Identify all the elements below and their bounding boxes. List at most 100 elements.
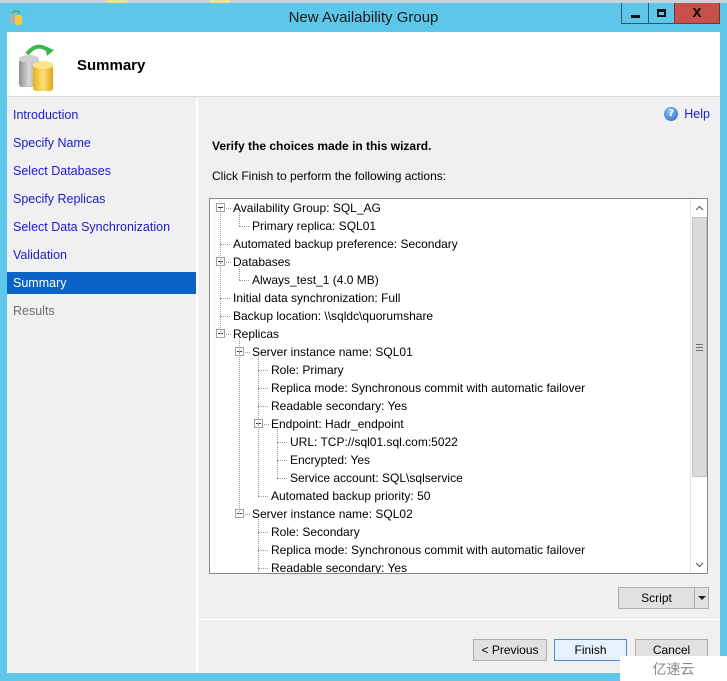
wizard-window: Summary Introduction Specify Name Select… (7, 32, 720, 673)
tree-item[interactable]: Backup location: \\sqldc\quorumshare (233, 307, 433, 325)
wizard-sidebar: Introduction Specify Name Select Databas… (7, 98, 197, 673)
watermark-text: 亿速云 (652, 661, 695, 678)
sidebar-item-specify-replicas[interactable]: Specify Replicas (7, 188, 196, 210)
tree-guide-line (220, 316, 221, 334)
footer-divider (198, 619, 720, 620)
tree-connector (277, 478, 287, 479)
tree-guide-line (258, 532, 259, 550)
scroll-up-button[interactable] (691, 199, 707, 216)
tree-guide-line (258, 568, 259, 573)
minimize-button[interactable] (621, 3, 649, 24)
sidebar-item-select-data-synchronization[interactable]: Select Data Synchronization (7, 216, 196, 238)
tree-item[interactable]: Server instance name: SQL01 (252, 343, 413, 361)
tree-connector (258, 532, 268, 533)
tree-item[interactable]: Endpoint: Hadr_endpoint (271, 415, 404, 433)
help-label: Help (684, 107, 710, 121)
chevron-down-icon (695, 562, 703, 567)
tree-item[interactable]: Databases (233, 253, 290, 271)
tree-item[interactable]: Role: Secondary (271, 523, 360, 541)
tree-connector (220, 298, 230, 299)
minimize-icon (630, 14, 640, 18)
tree-connector (220, 316, 230, 317)
tree-connector (220, 244, 230, 245)
tree-guide-line (220, 208, 221, 244)
help-link[interactable]: ? Help (664, 107, 710, 121)
tree-connector (245, 514, 250, 515)
tree-guide-line (239, 339, 240, 352)
tree-item[interactable]: Replica mode: Synchronous commit with au… (271, 379, 585, 397)
previous-button[interactable]: < Previous (473, 639, 547, 661)
help-icon: ? (664, 107, 679, 121)
scroll-down-button[interactable] (691, 556, 707, 573)
tree-connector (239, 280, 249, 281)
verify-heading: Verify the choices made in this wizard. (212, 139, 432, 153)
dropdown-arrow-icon (697, 596, 706, 600)
tree-item[interactable]: Readable secondary: Yes (271, 559, 407, 573)
vertical-scrollbar[interactable] (690, 199, 707, 573)
close-button[interactable]: X (674, 3, 720, 24)
tree-item[interactable]: Encrypted: Yes (290, 451, 370, 469)
title-bar[interactable]: New Availability Group X (0, 3, 727, 32)
tree-item[interactable]: Replica mode: Synchronous commit with au… (271, 541, 585, 559)
tree-item[interactable]: Availability Group: SQL_AG (233, 199, 381, 217)
tree-guide-line (258, 424, 259, 496)
sidebar-item-results: Results (13, 304, 55, 318)
tree-guide-line (258, 406, 259, 424)
tree-item[interactable]: Primary replica: SQL01 (252, 217, 376, 235)
maximize-button[interactable] (648, 3, 675, 24)
tree-guide-line (239, 352, 240, 514)
tree-guide-line (258, 370, 259, 388)
tree-connector (277, 442, 287, 443)
main-panel: ? Help Verify the choices made in this w… (198, 98, 720, 673)
tree-item[interactable]: Automated backup preference: Secondary (233, 235, 458, 253)
script-dropdown-button[interactable] (694, 587, 709, 609)
tree-guide-line (220, 298, 221, 316)
tree-connector (258, 568, 268, 569)
tree-item[interactable]: Service account: SQL\sqlservice (290, 469, 463, 487)
chevron-up-icon (695, 205, 703, 210)
sidebar-item-summary[interactable]: Summary (7, 272, 196, 294)
tree-connector (258, 370, 268, 371)
close-icon: X (692, 6, 702, 20)
tree-item[interactable]: Always_test_1 (4.0 MB) (252, 271, 379, 289)
tree-connector (264, 424, 269, 425)
tree-guide-line (277, 442, 278, 460)
summary-tree[interactable]: Availability Group: SQL_AG Primary replic… (209, 198, 708, 574)
wizard-header: Summary (7, 32, 720, 97)
tree-item[interactable]: Initial data synchronization: Full (233, 289, 400, 307)
tree-guide-line (239, 213, 240, 226)
instruction-text: Click Finish to perform the following ac… (212, 169, 447, 183)
tree-item[interactable]: Role: Primary (271, 361, 344, 379)
tree-connector (277, 460, 287, 461)
tree-guide-line (277, 460, 278, 478)
watermark: 亿速云 (620, 656, 727, 681)
tree-guide-line (258, 519, 259, 532)
window-title: New Availability Group (288, 9, 439, 26)
scroll-thumb[interactable] (692, 217, 707, 477)
sidebar-item-specify-name[interactable]: Specify Name (7, 132, 196, 154)
tree-guide-line (239, 267, 240, 280)
tree-item[interactable]: URL: TCP://sql01.sql.com:5022 (290, 433, 458, 451)
sidebar-item-introduction[interactable]: Introduction (7, 104, 196, 126)
tree-connector (226, 262, 231, 263)
tree-guide-line (258, 357, 259, 370)
page-title: Summary (77, 57, 146, 74)
tree-item[interactable]: Readable secondary: Yes (271, 397, 407, 415)
tree-connector (226, 208, 231, 209)
tree-connector (239, 226, 249, 227)
grip-icon (696, 343, 703, 351)
tree-connector (258, 550, 268, 551)
maximize-icon (657, 9, 666, 17)
script-button[interactable]: Script (618, 587, 695, 609)
tree-connector (245, 352, 250, 353)
tree-connector (258, 496, 268, 497)
tree-item[interactable]: Automated backup priority: 50 (271, 487, 430, 505)
database-sync-icon (19, 44, 54, 91)
tree-item[interactable]: Server instance name: SQL02 (252, 505, 413, 523)
tree-guide-line (220, 262, 221, 298)
finish-button[interactable]: Finish (554, 639, 627, 661)
sidebar-item-select-databases[interactable]: Select Databases (7, 160, 196, 182)
tree-connector (258, 406, 268, 407)
sidebar-item-validation[interactable]: Validation (7, 244, 196, 266)
tree-guide-line (277, 429, 278, 442)
